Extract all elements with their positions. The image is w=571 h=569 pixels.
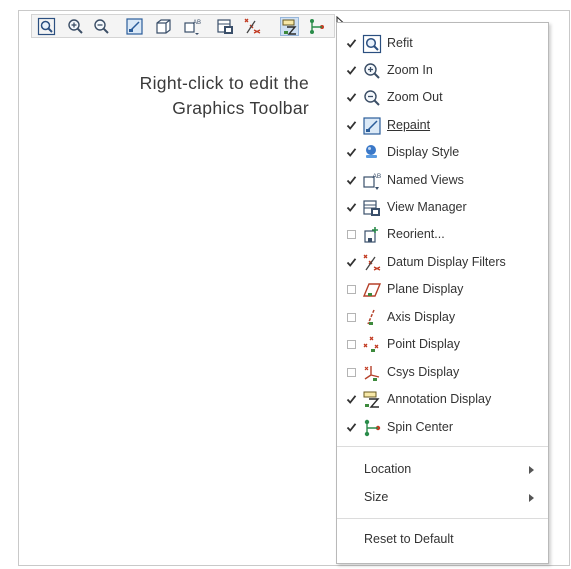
repaint-icon <box>126 18 143 35</box>
checkmark-icon <box>346 93 357 102</box>
menu-item-point-display[interactable]: Point Display <box>337 333 548 357</box>
toolbar-annotation-display-button[interactable] <box>280 17 299 36</box>
annotation-display-icon <box>362 390 382 410</box>
toolbar-named-views-button[interactable]: AB <box>183 17 202 36</box>
datum-display-filters-icon <box>362 253 382 273</box>
spin-center-icon <box>310 19 324 34</box>
menu-item-label: Repaint <box>387 118 431 132</box>
refit-icon <box>37 17 56 36</box>
menu-item-named-views[interactable]: AB Named Views <box>337 169 548 193</box>
menu-item-label: Named Views <box>387 173 464 187</box>
toolbar-display-style-button[interactable] <box>154 17 173 36</box>
menu-item-axis-display[interactable]: Axis Display <box>337 306 548 330</box>
menu-item-location[interactable]: Location <box>337 458 548 482</box>
menu-item-datum-display-filters[interactable]: Datum Display Filters <box>337 251 548 275</box>
toolbar-datum-display-filters-button[interactable] <box>243 17 262 36</box>
menu-item-refit[interactable]: Refit <box>337 32 548 56</box>
display-style-icon <box>362 143 382 163</box>
menu-item-display-style[interactable]: Display Style <box>337 141 548 165</box>
toolbar-repaint-button[interactable] <box>125 17 144 36</box>
checkmark-icon <box>346 203 357 212</box>
menu-item-view-manager[interactable]: View Manager <box>337 196 548 220</box>
zoom-out-icon <box>362 88 382 108</box>
unchecked-box-icon <box>347 313 356 322</box>
toolbar-view-manager-button[interactable] <box>216 17 235 36</box>
named-views-icon: AB <box>362 171 382 191</box>
unchecked-box-icon <box>347 368 356 377</box>
menu-item-label: Annotation Display <box>387 392 492 406</box>
display-style-icon <box>156 19 171 34</box>
toolbar-zoom-in-button[interactable] <box>66 17 85 36</box>
refit-icon <box>362 34 382 54</box>
graphics-toolbar[interactable]: AB <box>31 14 335 38</box>
view-manager-icon <box>217 19 233 34</box>
checkmark-icon <box>346 39 357 48</box>
menu-item-reset-to-default[interactable]: Reset to Default <box>337 528 548 552</box>
menu-item-label: Location <box>364 462 412 476</box>
menu-item-zoom-in[interactable]: Zoom In <box>337 59 548 83</box>
menu-item-label: Csys Display <box>387 365 460 379</box>
menu-item-label: Zoom In <box>387 63 433 77</box>
menu-item-zoom-out[interactable]: Zoom Out <box>337 86 548 110</box>
submenu-arrow-icon <box>529 494 534 502</box>
toolbar-zoom-out-button[interactable] <box>92 17 111 36</box>
annotation-display-icon <box>282 19 297 35</box>
svg-text:AB: AB <box>193 20 201 26</box>
submenu-arrow-icon <box>529 466 534 474</box>
caption-line-1: Right-click to edit the <box>139 73 309 93</box>
view-manager-icon <box>362 198 382 218</box>
menu-item-label: Point Display <box>387 337 460 351</box>
zoom-in-icon <box>68 19 83 34</box>
toolbar-refit-button[interactable] <box>37 17 56 36</box>
checkmark-icon <box>346 258 357 267</box>
unchecked-box-icon <box>347 285 356 294</box>
menu-item-label: Datum Display Filters <box>387 255 506 269</box>
menu-item-label: Spin Center <box>387 420 454 434</box>
menu-item-label: Reset to Default <box>364 532 454 546</box>
spin-center-icon <box>362 418 382 438</box>
menu-item-label: View Manager <box>387 200 467 214</box>
checkmark-icon <box>346 395 357 404</box>
datum-display-filters-icon <box>244 18 261 34</box>
menu-item-annotation-display[interactable]: Annotation Display <box>337 388 548 412</box>
named-views-icon: AB <box>184 20 201 35</box>
toolbar-context-menu: Refit Zoom In Zoom Out Repaint Display S… <box>336 22 549 564</box>
checkmark-icon <box>346 66 357 75</box>
axis-display-icon <box>362 308 382 328</box>
checkmark-icon <box>346 121 357 130</box>
menu-item-repaint[interactable]: Repaint <box>337 114 548 138</box>
menu-separator <box>337 518 548 519</box>
checkmark-icon <box>346 148 357 157</box>
point-display-icon <box>362 335 382 355</box>
caption-line-2: Graphics Toolbar <box>172 98 309 118</box>
menu-separator <box>337 446 548 447</box>
plane-display-icon <box>362 280 382 300</box>
menu-item-label: Reorient... <box>387 227 445 241</box>
zoom-in-icon <box>362 61 382 81</box>
menu-item-spin-center[interactable]: Spin Center <box>337 416 548 440</box>
menu-item-csys-display[interactable]: Csys Display <box>337 361 548 385</box>
repaint-icon <box>362 116 382 136</box>
svg-text:AB: AB <box>373 173 382 180</box>
csys-display-icon <box>362 363 382 383</box>
zoom-out-icon <box>94 19 109 34</box>
menu-item-reorient[interactable]: Reorient... <box>337 223 548 247</box>
unchecked-box-icon <box>347 230 356 239</box>
menu-item-label: Zoom Out <box>387 90 443 104</box>
menu-item-label: Refit <box>387 36 413 50</box>
menu-item-plane-display[interactable]: Plane Display <box>337 278 548 302</box>
checkmark-icon <box>346 423 357 432</box>
menu-item-size[interactable]: Size <box>337 486 548 510</box>
reorient-icon <box>362 225 382 245</box>
menu-item-label: Size <box>364 490 389 504</box>
checkmark-icon <box>346 176 357 185</box>
unchecked-box-icon <box>347 340 356 349</box>
menu-item-label: Plane Display <box>387 282 464 296</box>
menu-item-label: Display Style <box>387 145 460 159</box>
menu-item-label: Axis Display <box>387 310 456 324</box>
toolbar-spin-center-button[interactable] <box>307 17 326 36</box>
